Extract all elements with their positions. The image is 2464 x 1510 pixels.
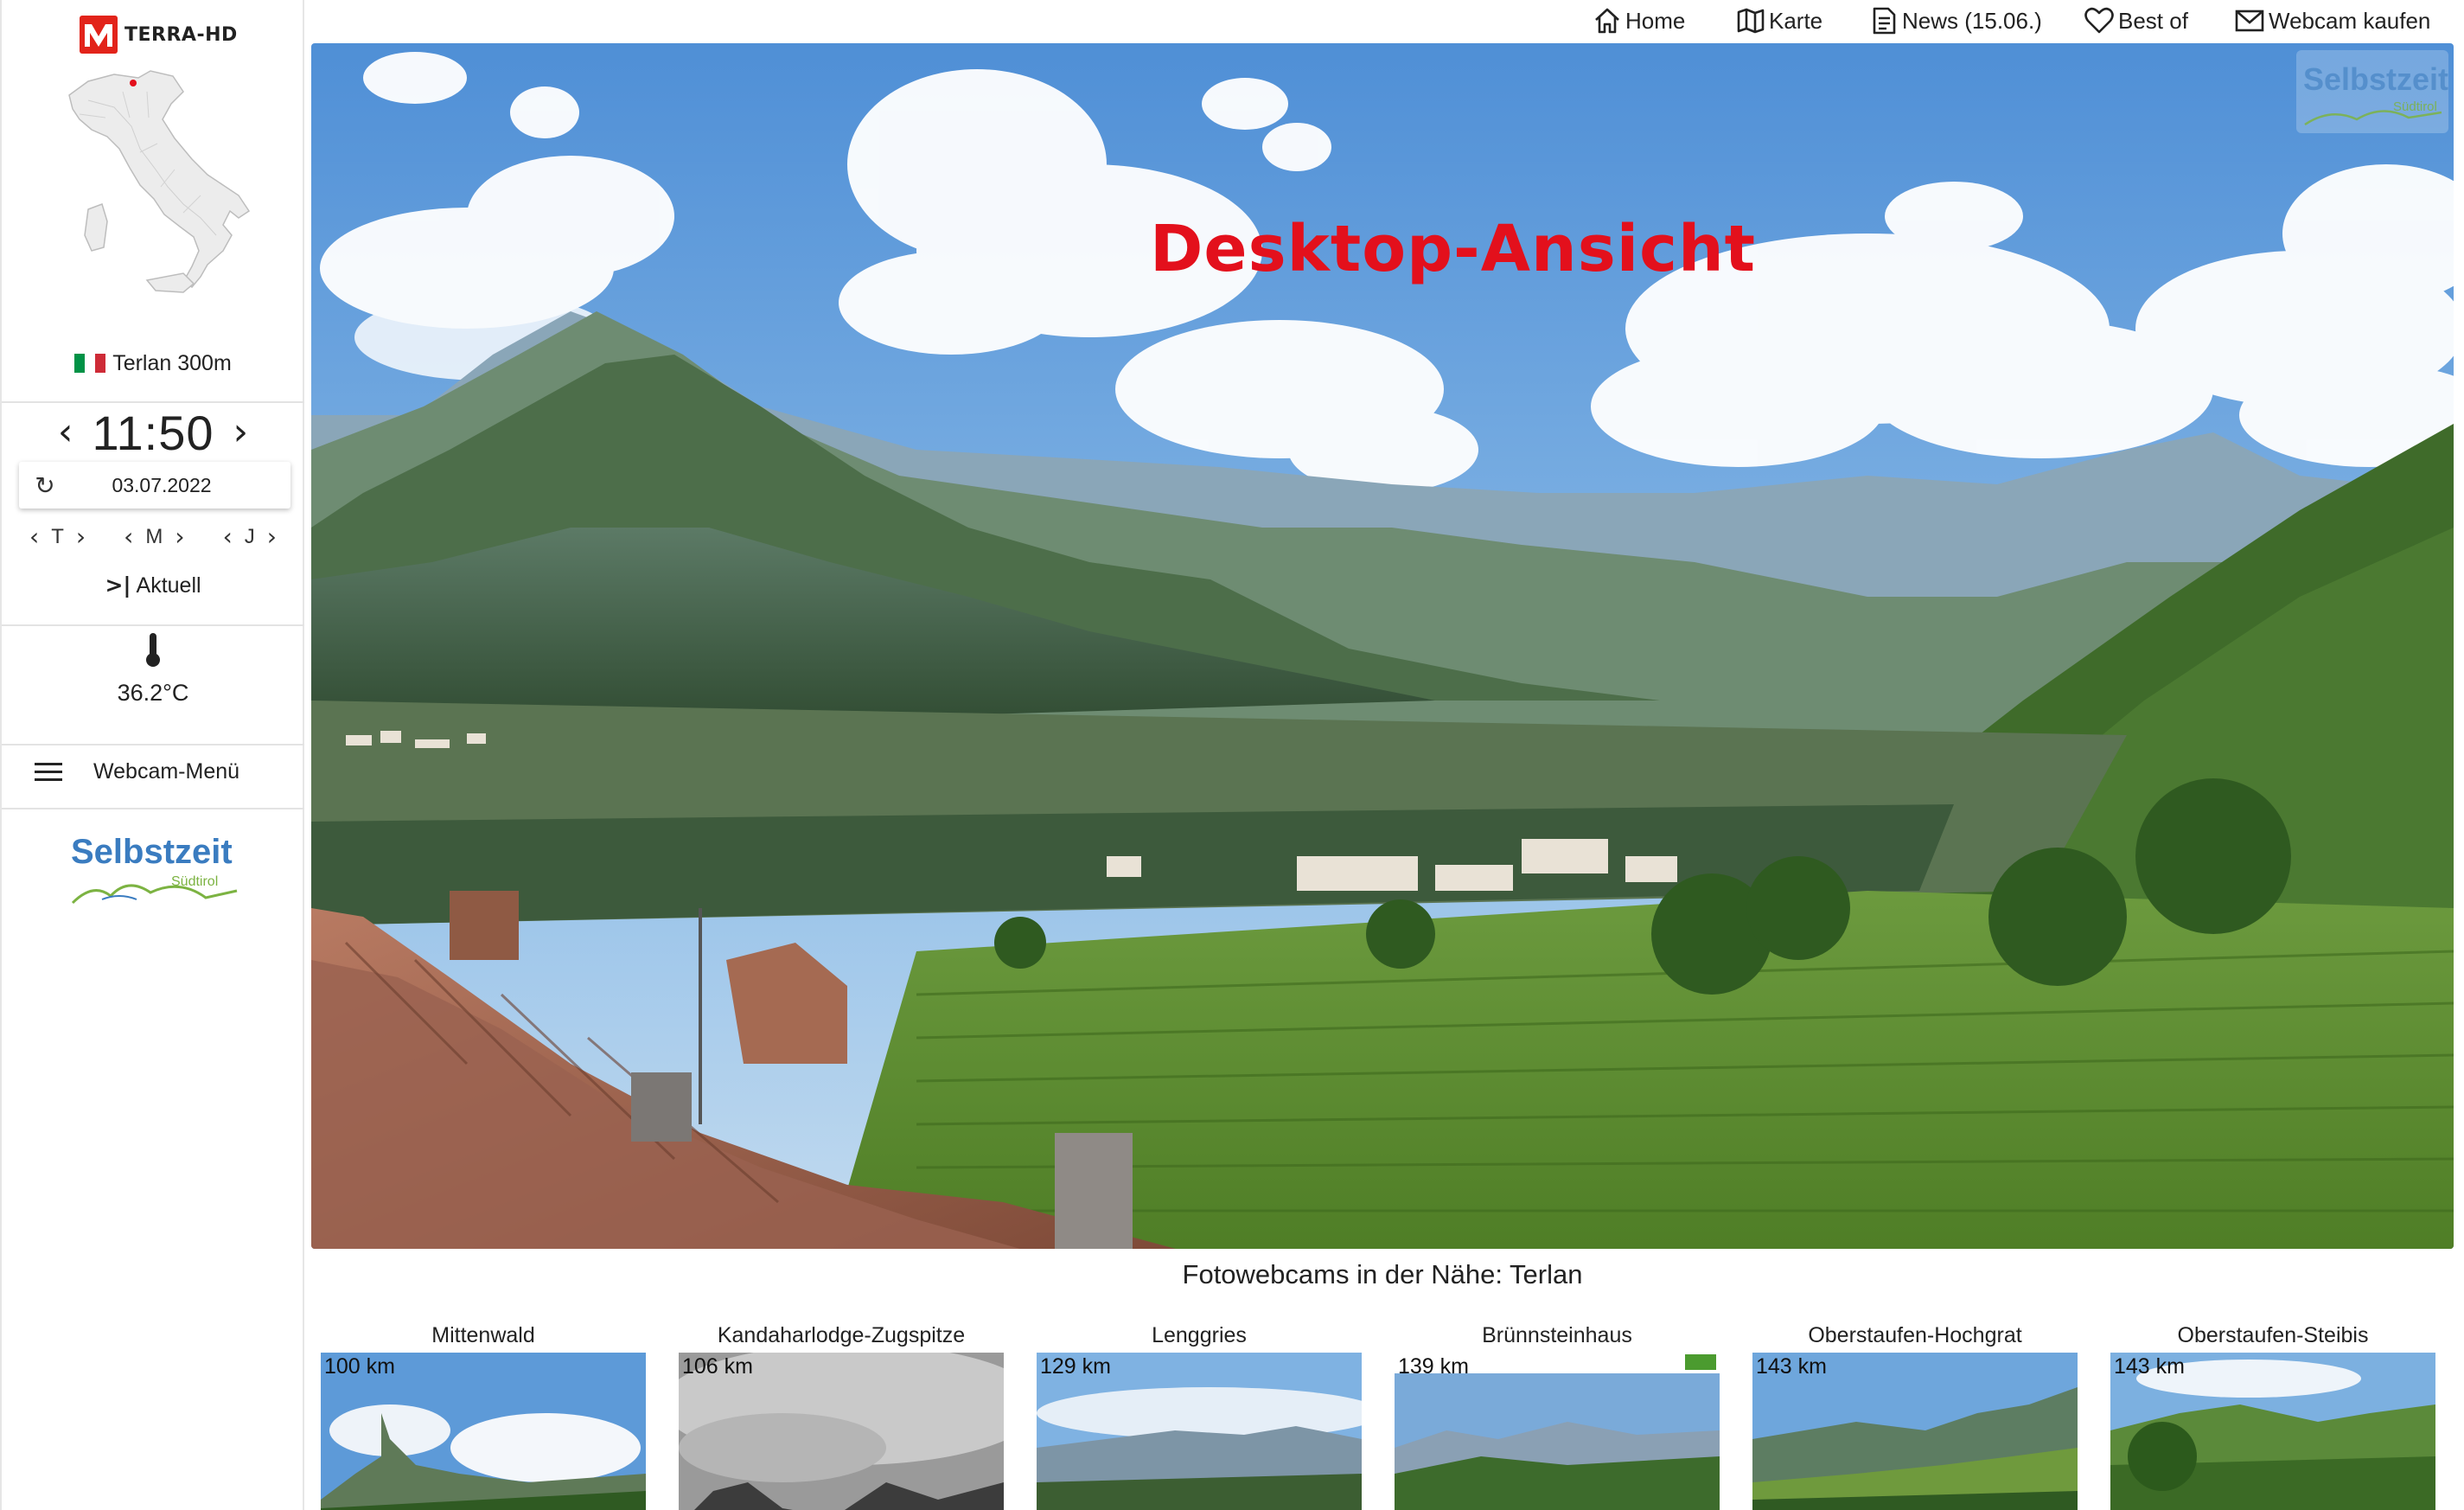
location-text: Terlan 300m (112, 351, 232, 375)
nearby-webcam-name: Oberstaufen-Hochgrat (1808, 1323, 2022, 1347)
corner-logo-title: Selbstzeit (2303, 61, 2448, 97)
refresh-icon[interactable]: ↻ (19, 471, 71, 500)
brand-name: TERRA-HD (124, 23, 238, 46)
step-month-label: M (145, 524, 163, 548)
year-forward-button[interactable]: › (267, 522, 277, 551)
nearby-webcam-thumbnail[interactable]: 143 km (1752, 1353, 2078, 1510)
distance-label: 129 km (1040, 1354, 1111, 1379)
distance-label: 106 km (682, 1354, 753, 1379)
current-time: 11:50 (92, 405, 214, 460)
date-picker[interactable]: ↻ 03.07.2022 (19, 462, 290, 509)
time-selector: ‹ 11:50 › (2, 405, 304, 460)
corner-logo-subtitle: Südtirol (2393, 99, 2437, 114)
day-forward-button[interactable]: › (76, 522, 86, 551)
sidebar: TERRA-HD Terlan 300m ‹ 11:50 › ↻ 03.07.2… (0, 0, 304, 1510)
sponsor-logo-title: Selbstzeit (71, 833, 233, 871)
nav-map[interactable]: Karte (1736, 3, 1822, 38)
step-year: ‹ J › (223, 522, 277, 551)
nearby-webcam-name: Brünnsteinhaus (1482, 1323, 1632, 1347)
top-navigation: Home Karte News (15.06.) Best of Webcam … (304, 0, 2464, 43)
nearby-webcam-card[interactable]: Brünnsteinhaus 139 km (1395, 1323, 1720, 1510)
nearby-webcams-title: Fotowebcams in der Nähe: Terlan (1182, 1259, 1583, 1289)
step-day-label: T (51, 524, 64, 548)
nearby-webcam-card[interactable]: Lenggries 129 km (1037, 1323, 1362, 1510)
nav-best-of[interactable]: Best of (2084, 3, 2188, 38)
skip-to-end-icon: >| (105, 573, 131, 598)
nearby-webcam-card[interactable]: Oberstaufen-Hochgrat 143 km (1752, 1323, 2078, 1510)
previous-time-button[interactable]: ‹ (58, 413, 73, 451)
nav-news-label: News (15.06.) (1902, 7, 2042, 34)
nav-news[interactable]: News (15.06.) (1869, 3, 2042, 38)
nearby-webcam-thumbnail[interactable]: 129 km (1037, 1353, 1362, 1510)
nav-best-of-label: Best of (2118, 7, 2188, 34)
nearby-webcam-card[interactable]: Kandaharlodge-Zugspitze 106 km (679, 1323, 1004, 1510)
home-icon (1595, 8, 1619, 34)
thermometer-icon (146, 633, 160, 667)
nav-home-label: Home (1625, 7, 1686, 34)
brand-logo-icon (80, 16, 118, 54)
desktop-view-title: Desktop-Ansicht (1150, 212, 1757, 286)
nav-buy-webcam[interactable]: Webcam kaufen (2234, 3, 2430, 38)
map-icon (1737, 8, 1765, 34)
nearby-webcam-name: Mittenwald (431, 1323, 535, 1347)
step-month: ‹ M › (124, 522, 184, 551)
selbstzeit-corner-logo[interactable]: Selbstzeit Südtirol (2296, 50, 2448, 133)
webcam-menu-button[interactable]: Webcam-Menü (2, 745, 304, 797)
nearby-webcam-name: Lenggries (1152, 1323, 1247, 1347)
distance-label: 143 km (1756, 1354, 1827, 1379)
year-back-button[interactable]: ‹ (223, 522, 233, 551)
heart-icon (2084, 7, 2114, 34)
nearby-webcam-thumbnail[interactable]: 106 km (679, 1353, 1004, 1510)
distance-label: 100 km (324, 1354, 395, 1379)
nav-buy-webcam-label: Webcam kaufen (2269, 7, 2431, 34)
divider (2, 624, 304, 626)
webcam-menu-label: Webcam-Menü (93, 758, 240, 784)
step-day: ‹ T › (29, 522, 86, 551)
hamburger-menu-icon (35, 758, 62, 786)
nearby-webcam-card[interactable]: Mittenwald 100 km (321, 1323, 646, 1510)
current-image-label: Aktuell (136, 573, 201, 598)
italy-map-icon[interactable] (54, 66, 261, 299)
month-back-button[interactable]: ‹ (124, 522, 133, 551)
nearby-webcam-thumbnail[interactable]: 139 km (1395, 1353, 1720, 1510)
distance-label: 139 km (1398, 1354, 1469, 1379)
day-back-button[interactable]: ‹ (29, 522, 39, 551)
divider (2, 808, 304, 809)
nearby-webcam-card[interactable]: Oberstaufen-Steibis 143 km (2110, 1323, 2435, 1510)
italy-flag-icon (74, 354, 106, 373)
mail-icon (2235, 10, 2264, 32)
document-icon (1873, 7, 1896, 35)
location-label: Terlan 300m (2, 351, 304, 376)
nearby-webcam-name: Oberstaufen-Steibis (2177, 1323, 2369, 1347)
divider (2, 401, 304, 403)
nav-map-label: Karte (1769, 7, 1823, 34)
temperature-value: 36.2°C (117, 680, 189, 706)
nearby-webcam-name: Kandaharlodge-Zugspitze (717, 1323, 966, 1347)
distance-label: 143 km (2114, 1354, 2185, 1379)
nearby-webcam-thumbnail[interactable]: 100 km (321, 1353, 646, 1510)
nearby-webcam-thumbnail[interactable]: 143 km (2110, 1353, 2435, 1510)
date-text: 03.07.2022 (112, 473, 212, 496)
nav-home[interactable]: Home (1593, 3, 1685, 38)
selbstzeit-logo[interactable]: Selbstzeit Südtirol (67, 829, 240, 915)
step-year-label: J (244, 524, 255, 548)
current-image-button[interactable]: >| Aktuell (2, 573, 304, 598)
brand[interactable]: TERRA-HD (80, 16, 238, 54)
step-controls: ‹ T › ‹ M › ‹ J › (2, 522, 304, 551)
month-forward-button[interactable]: › (175, 522, 184, 551)
next-time-button[interactable]: › (233, 413, 248, 451)
